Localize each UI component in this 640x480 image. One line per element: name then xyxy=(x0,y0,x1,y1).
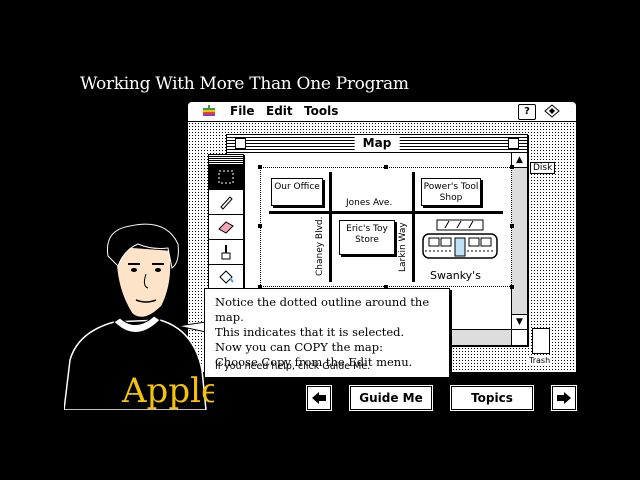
presenter-illustration: Apple xyxy=(64,223,214,410)
application-icon[interactable] xyxy=(543,103,561,119)
guide-me-button[interactable]: Guide Me xyxy=(350,386,432,410)
size-box[interactable] xyxy=(511,329,527,345)
selection-handle[interactable] xyxy=(258,165,262,169)
trash-label: Trash xyxy=(528,356,552,365)
road-larkin xyxy=(412,172,415,282)
selection-handle[interactable] xyxy=(258,224,262,228)
pencil-tool-icon[interactable] xyxy=(209,190,243,215)
instruction-line: This indicates that it is selected. xyxy=(215,325,405,339)
landmark-label: Swanky's xyxy=(430,269,481,282)
road-chaney xyxy=(329,172,332,282)
diner-icon xyxy=(422,219,498,259)
building-label: Power's Tool Shop xyxy=(423,182,479,203)
selection-handle[interactable] xyxy=(384,165,388,169)
menu-bar: File Edit Tools ? xyxy=(188,102,576,122)
close-box[interactable] xyxy=(235,138,246,149)
selection-handle[interactable] xyxy=(510,224,514,228)
road-jones xyxy=(269,211,503,214)
apple-menu-icon[interactable] xyxy=(202,104,216,118)
window-title: Map xyxy=(354,135,400,152)
topics-button[interactable]: Topics xyxy=(451,386,533,410)
back-button[interactable] xyxy=(307,386,331,410)
window-titlebar[interactable]: Map xyxy=(227,135,527,153)
building-toy-store: Eric's Toy Store xyxy=(339,220,395,255)
disk-icon-label[interactable]: Disk xyxy=(530,162,556,174)
scroll-down-arrow-icon[interactable]: ▼ xyxy=(512,314,527,329)
selection-tool-icon[interactable] xyxy=(209,165,243,190)
brush-tool-icon[interactable] xyxy=(209,240,243,265)
selection-handle[interactable] xyxy=(510,285,514,289)
vertical-scrollbar[interactable]: ▲ ▼ xyxy=(511,153,527,329)
menu-file[interactable]: File xyxy=(230,104,255,118)
building-label: Eric's Toy Store xyxy=(346,224,388,245)
street-label-chaney: Chaney Blvd. xyxy=(315,216,325,276)
right-arrow-icon xyxy=(557,392,571,404)
instruction-line: Now you can COPY the map: xyxy=(215,340,384,354)
street-label-larkin: Larkin Way xyxy=(398,222,408,272)
building-tool-shop: Power's Tool Shop xyxy=(421,178,481,206)
paint-bucket-tool-icon[interactable] xyxy=(209,265,243,289)
trash-icon[interactable] xyxy=(532,328,550,354)
building-our-office: Our Office xyxy=(271,178,323,206)
menu-tools[interactable]: Tools xyxy=(304,104,338,118)
instruction-bubble: Notice the dotted outline around the map… xyxy=(204,288,450,378)
page-heading: Working With More Than One Program xyxy=(80,74,409,94)
help-icon[interactable]: ? xyxy=(518,104,536,120)
zoom-box[interactable] xyxy=(508,138,519,149)
left-arrow-icon xyxy=(312,392,326,404)
scroll-up-arrow-icon[interactable]: ▲ xyxy=(512,153,527,168)
instruction-line: Notice the dotted outline around the map… xyxy=(215,295,430,324)
building-label: Our Office xyxy=(274,182,320,192)
forward-button[interactable] xyxy=(552,386,576,410)
shirt-logo-text: Apple xyxy=(121,371,214,410)
help-hint: If you need help, click Guide Me. xyxy=(215,361,371,372)
selection-handle[interactable] xyxy=(510,165,514,169)
menu-edit[interactable]: Edit xyxy=(266,104,293,118)
speech-bubble-tail xyxy=(178,322,206,332)
street-label-jones: Jones Ave. xyxy=(346,198,393,208)
palette-titlebar[interactable] xyxy=(209,155,243,165)
eraser-tool-icon[interactable] xyxy=(209,215,243,240)
